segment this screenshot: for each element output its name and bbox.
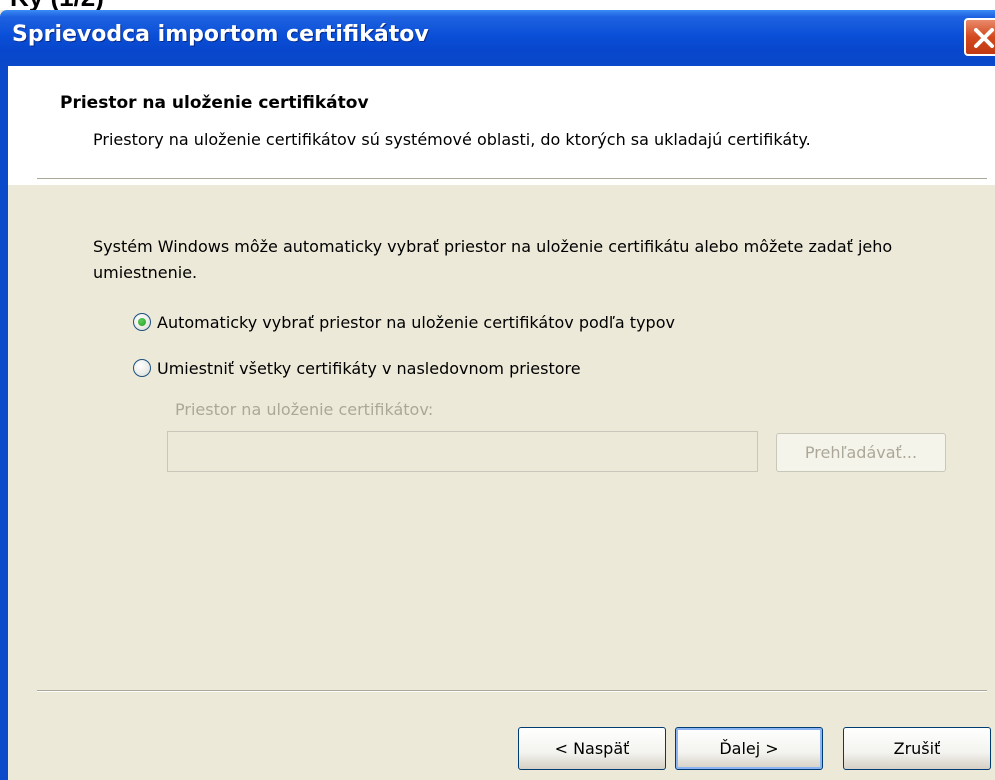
store-field-label: Priestor na uloženie certifikátov: — [175, 400, 434, 419]
close-icon — [974, 28, 994, 48]
page-title: Priestor na uloženie certifikátov — [60, 93, 369, 113]
certificate-import-wizard-dialog: Sprievodca importom certifikátov Priesto… — [0, 10, 995, 780]
cancel-button[interactable]: Zrušiť — [843, 727, 991, 770]
window-left-border — [0, 66, 8, 780]
option-manual-label[interactable]: Umiestniť všetky certifikáty v nasledovn… — [157, 359, 581, 378]
option-manual-store[interactable]: Umiestniť všetky certifikáty v nasledovn… — [133, 356, 581, 380]
browse-button[interactable]: Prehľadávať... — [776, 433, 946, 472]
store-input[interactable] — [167, 431, 758, 472]
description-text: Systém Windows môže automaticky vybrať p… — [93, 237, 893, 282]
radio-button-unchecked[interactable] — [133, 359, 151, 377]
page-subtitle: Priestory na uloženie certifikátov sú sy… — [93, 130, 811, 149]
back-button[interactable]: < Naspäť — [518, 727, 666, 770]
title-bar[interactable]: Sprievodca importom certifikátov — [0, 10, 995, 66]
close-button[interactable] — [964, 18, 995, 56]
background-window-strip: Ký (1/2) — [0, 0, 995, 12]
option-automatic-store[interactable]: Automaticky vybrať priestor na uloženie … — [133, 310, 675, 334]
radio-button-checked[interactable] — [133, 313, 151, 331]
window-title: Sprievodca importom certifikátov — [12, 22, 429, 47]
footer-divider — [37, 690, 987, 692]
option-automatic-label[interactable]: Automaticky vybrať priestor na uloženie … — [157, 313, 675, 332]
next-button[interactable]: Ďalej > — [675, 727, 823, 770]
header-divider — [37, 178, 987, 180]
wizard-header: Priestor na uloženie certifikátov Priest… — [8, 66, 995, 185]
